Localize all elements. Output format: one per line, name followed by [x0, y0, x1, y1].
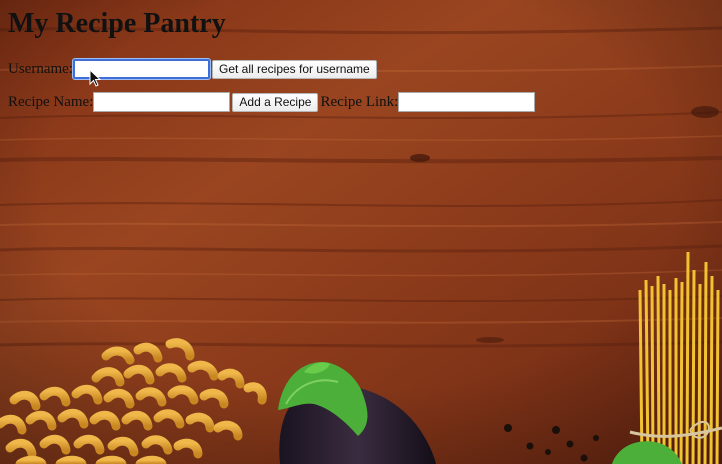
username-label: Username:	[8, 61, 73, 77]
recipe-name-label: Recipe Name:	[8, 94, 94, 110]
recipe-name-input[interactable]	[93, 92, 231, 112]
add-recipe-row: Recipe Name: Add a Recipe Recipe Link:	[8, 92, 536, 112]
username-search-row: Username: Get all recipes for username	[8, 59, 377, 79]
page-title: My Recipe Pantry	[8, 8, 226, 39]
mouse-pointer-icon	[89, 69, 102, 87]
get-all-recipes-button[interactable]: Get all recipes for username	[211, 59, 377, 79]
recipe-link-label: Recipe Link:	[320, 94, 399, 110]
add-recipe-button[interactable]: Add a Recipe	[232, 92, 319, 112]
recipe-link-input[interactable]	[398, 92, 536, 112]
